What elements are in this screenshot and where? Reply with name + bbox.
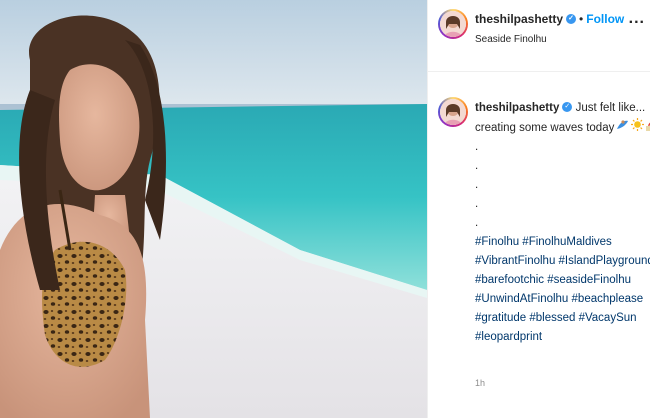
follow-button[interactable]: Follow	[586, 12, 624, 26]
beach-emoji	[646, 118, 650, 138]
avatar-image	[440, 11, 466, 37]
hashtag-line[interactable]: #leopardprint	[475, 328, 647, 347]
post-timestamp[interactable]: 1h	[475, 378, 485, 388]
verified-badge-icon: ✓	[562, 101, 573, 112]
caption-dot: .	[475, 179, 479, 192]
hashtag-line[interactable]: #Finolhu #FinolhuMaldives	[475, 233, 647, 252]
post-caption: theshilpashetty ✓ Just felt like... creat…	[475, 99, 650, 347]
hashtag-line[interactable]: #gratitude #blessed #VacaySun	[475, 309, 647, 328]
caption-second-line: creating some waves today	[475, 118, 650, 138]
more-options-icon[interactable]: ...	[629, 10, 645, 28]
verified-badge-icon: ✓	[566, 13, 577, 24]
sun-emoji	[631, 118, 645, 138]
caption-dot: .	[475, 160, 479, 173]
header-avatar[interactable]	[438, 9, 468, 39]
header-username[interactable]: theshilpashetty	[475, 12, 563, 26]
caption-dot: .	[475, 141, 479, 154]
post-side-panel: theshilpashetty ✓ • Follow Seaside Finolhu …	[427, 0, 650, 418]
beach-photo	[0, 0, 427, 418]
caption-dot: .	[475, 198, 479, 211]
post-header: theshilpashetty ✓ • Follow Seaside Finolhu …	[428, 0, 650, 72]
separator-dot: •	[579, 12, 584, 26]
caption-text-line1: Just felt like...	[575, 102, 646, 114]
caption-dot: .	[475, 217, 479, 230]
hashtag-line[interactable]: #barefootchic #seasideFinolhu	[475, 271, 647, 290]
caption-text-line2: creating some waves today	[475, 122, 615, 135]
caption-username[interactable]: theshilpashetty	[475, 102, 559, 114]
header-user-line: theshilpashetty ✓ • Follow	[475, 12, 624, 26]
caption-avatar[interactable]	[438, 97, 468, 127]
caption-first-line: theshilpashetty ✓ Just felt like...	[475, 99, 647, 118]
hashtag-line[interactable]: #UnwindAtFinolhu #beachplease	[475, 290, 647, 309]
avatar-image	[440, 99, 466, 125]
hashtag-list: #Finolhu #FinolhuMaldives #VibrantFinolh…	[475, 233, 650, 347]
post-location[interactable]: Seaside Finolhu	[475, 34, 547, 45]
surfer-emoji	[616, 118, 629, 138]
hashtag-line[interactable]: #VibrantFinolhu #IslandPlayground	[475, 252, 650, 271]
post-media[interactable]	[0, 0, 427, 418]
